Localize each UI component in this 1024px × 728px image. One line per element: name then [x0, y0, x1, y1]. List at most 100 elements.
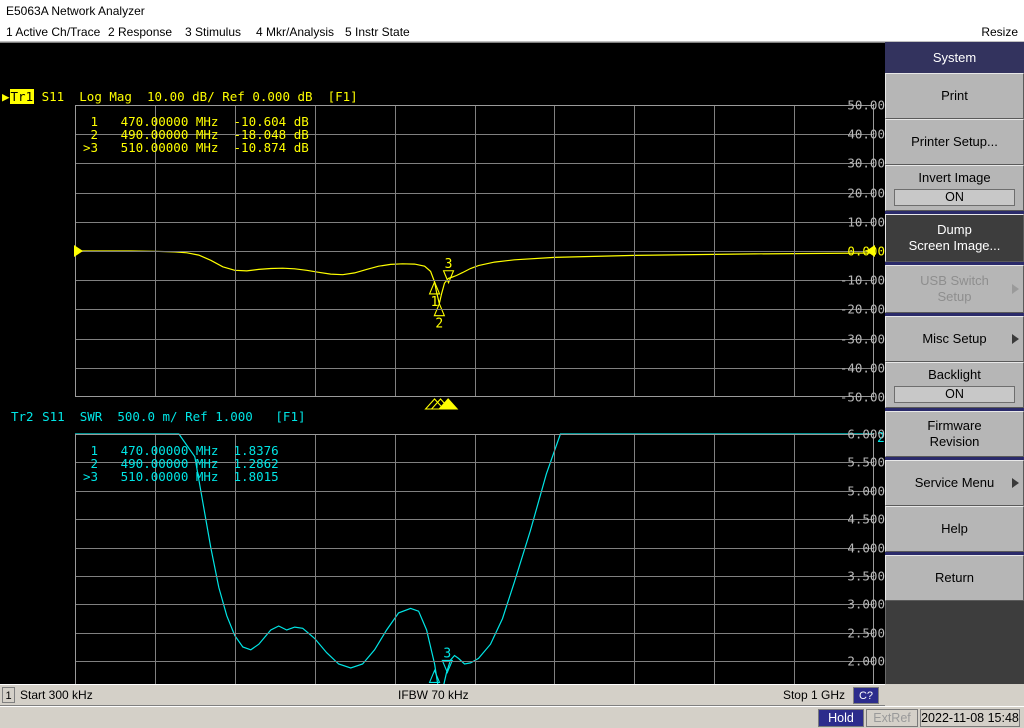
y-axis-label: 4.000 — [847, 540, 885, 556]
submenu-arrow-icon — [1012, 284, 1019, 294]
trace-1-badge[interactable]: Tr1 — [9, 89, 35, 104]
menu-item-1[interactable]: 1 Active Ch/Trace — [6, 22, 100, 42]
softkey-label: Backlight — [928, 367, 981, 382]
softkey-menu-title: System — [885, 42, 1024, 73]
softkey-help[interactable]: Help — [885, 506, 1024, 552]
correction-status-badge[interactable]: C? — [853, 687, 879, 704]
softkey-printer-setup[interactable]: Printer Setup... — [885, 119, 1024, 165]
y-axis-label: -30.00 — [839, 331, 885, 347]
resize-button[interactable]: Resize — [981, 22, 1018, 42]
grid-line-v — [314, 105, 316, 397]
marker-row[interactable]: >3 510.00000 MHz -10.874 dB — [83, 141, 309, 154]
softkey-dump-screen-image[interactable]: Dump Screen Image... — [885, 214, 1024, 262]
menu-item-4[interactable]: 4 Mkr/Analysis — [256, 22, 334, 42]
grid-line-v — [554, 105, 556, 397]
y-axis-label: 3.000 — [847, 596, 885, 612]
y-axis-label: 4.500 — [847, 511, 885, 527]
grid-line-v — [394, 105, 396, 397]
y-axis-label: 5.500 — [847, 454, 885, 470]
grid-line-v — [474, 434, 476, 718]
softkey-label: Print — [941, 88, 968, 103]
softkey-service-menu[interactable]: Service Menu — [885, 460, 1024, 506]
trace-2-settings-text: S11 SWR 500.0 m/ Ref 1.000 [F1] — [34, 409, 306, 424]
softkey-label: Dump Screen Image... — [908, 222, 1001, 253]
y-axis-label: 2.500 — [847, 625, 885, 641]
trace-2-header[interactable]: Tr2 S11 SWR 500.0 m/ Ref 1.000 [F1] — [10, 409, 306, 424]
y-axis-label: 50.00 — [847, 97, 885, 113]
grid-line-v — [794, 434, 796, 718]
softkey-label: Help — [941, 521, 968, 536]
window-title: E5063A Network Analyzer — [0, 0, 1024, 22]
y-axis-label: 5.000 — [847, 483, 885, 499]
y-axis-label: -10.00 — [839, 272, 885, 288]
trace-1-settings-text: S11 Log Mag 10.00 dB/ Ref 0.000 dB [F1] — [34, 89, 358, 104]
active-trace-arrow-icon: ▶ — [2, 89, 10, 104]
y-axis-label: 6.000 — [847, 426, 885, 442]
submenu-arrow-icon — [1012, 334, 1019, 344]
hold-indicator[interactable]: Hold — [818, 709, 864, 727]
softkey-print[interactable]: Print — [885, 73, 1024, 119]
y-axis-label: -20.00 — [839, 301, 885, 317]
softkey-label: Printer Setup... — [911, 134, 998, 149]
marker-table-1: 1 470.00000 MHz -10.604 dB 2 490.00000 M… — [83, 115, 309, 154]
softkey-misc-setup[interactable]: Misc Setup — [885, 316, 1024, 362]
y-axis-label: -50.00 — [839, 389, 885, 405]
menu-item-2[interactable]: 2 Response — [108, 22, 172, 42]
menu-item-5[interactable]: 5 Instr State — [345, 22, 410, 42]
ifbw-value[interactable]: IFBW 70 kHz — [398, 685, 469, 706]
softkey-empty-area — [885, 601, 1024, 684]
network-analyzer-window: E5063A Network Analyzer Resize 1 Active … — [0, 0, 1024, 728]
softkey-menu: System Print Printer Setup... Invert Image O… — [885, 42, 1024, 684]
marker-table-2: 1 470.00000 MHz 1.8376 2 490.00000 MHz 1… — [83, 444, 279, 483]
softkey-value[interactable]: ON — [894, 189, 1015, 206]
reference-marker-right — [866, 245, 875, 257]
grid-line-v — [714, 105, 716, 397]
softkey-firmware-revision[interactable]: Firmware Revision — [885, 411, 1024, 457]
softkey-usb-switch-setup: USB Switch Setup — [885, 265, 1024, 313]
graph-pane[interactable]: 1231232 ▶Tr1 S11 Log Mag 10.00 dB/ Ref 0… — [0, 42, 885, 728]
grid-line-v — [314, 434, 316, 718]
menu-item-3[interactable]: 3 Stimulus — [185, 22, 241, 42]
channel-number: 1 — [2, 687, 15, 703]
y-axis-label: 20.00 — [847, 185, 885, 201]
submenu-arrow-icon — [1012, 478, 1019, 488]
grid-line-v — [474, 105, 476, 397]
reference-marker-left — [74, 245, 83, 257]
softkey-backlight[interactable]: Backlight ON — [885, 362, 1024, 408]
stimulus-bar: 1 Start 300 kHz IFBW 70 kHz Stop 1 GHz C… — [0, 684, 885, 706]
grid-line-v — [714, 434, 716, 718]
softkey-menu-title-label: System — [932, 49, 977, 65]
status-bar: Hold ExtRef 2022-11-08 15:48 — [0, 706, 1024, 728]
grid-line-v — [394, 434, 396, 718]
grid-line-v — [554, 434, 556, 718]
softkey-label: Return — [934, 570, 975, 585]
softkey-value[interactable]: ON — [894, 386, 1015, 403]
trace-1-header[interactable]: ▶Tr1 S11 Log Mag 10.00 dB/ Ref 0.000 dB … — [2, 89, 358, 104]
y-axis-label: 2.000 — [847, 653, 885, 669]
y-axis-label: 10.00 — [847, 214, 885, 230]
external-reference-indicator: ExtRef — [866, 709, 918, 727]
softkey-label: USB Switch Setup — [920, 273, 989, 304]
softkey-return[interactable]: Return — [885, 555, 1024, 601]
marker-row[interactable]: >3 510.00000 MHz 1.8015 — [83, 470, 279, 483]
softkey-label: Firmware Revision — [927, 418, 982, 449]
menu-bar: Resize 1 Active Ch/Trace 2 Response 3 Stim… — [0, 22, 1024, 42]
y-axis-label: 40.00 — [847, 126, 885, 142]
y-axis-label: 3.500 — [847, 568, 885, 584]
softkey-label: Invert Image — [918, 170, 991, 185]
trace-2-badge[interactable]: Tr2 — [10, 409, 35, 424]
softkey-label: Misc Setup — [922, 331, 987, 346]
stop-frequency[interactable]: Stop 1 GHz — [783, 685, 845, 706]
start-frequency[interactable]: Start 300 kHz — [20, 685, 93, 706]
grid-line-v — [794, 105, 796, 397]
svg-text:2: 2 — [435, 317, 443, 332]
grid-line-v — [634, 434, 636, 718]
datetime-display: 2022-11-08 15:48 — [920, 709, 1020, 727]
y-axis-label: -40.00 — [839, 360, 885, 376]
softkey-label: Service Menu — [914, 475, 995, 490]
grid-line-v — [634, 105, 636, 397]
svg-text:3: 3 — [443, 646, 451, 661]
softkey-invert-image[interactable]: Invert Image ON — [885, 165, 1024, 211]
svg-text:3: 3 — [445, 257, 453, 272]
y-axis-label: 30.00 — [847, 155, 885, 171]
